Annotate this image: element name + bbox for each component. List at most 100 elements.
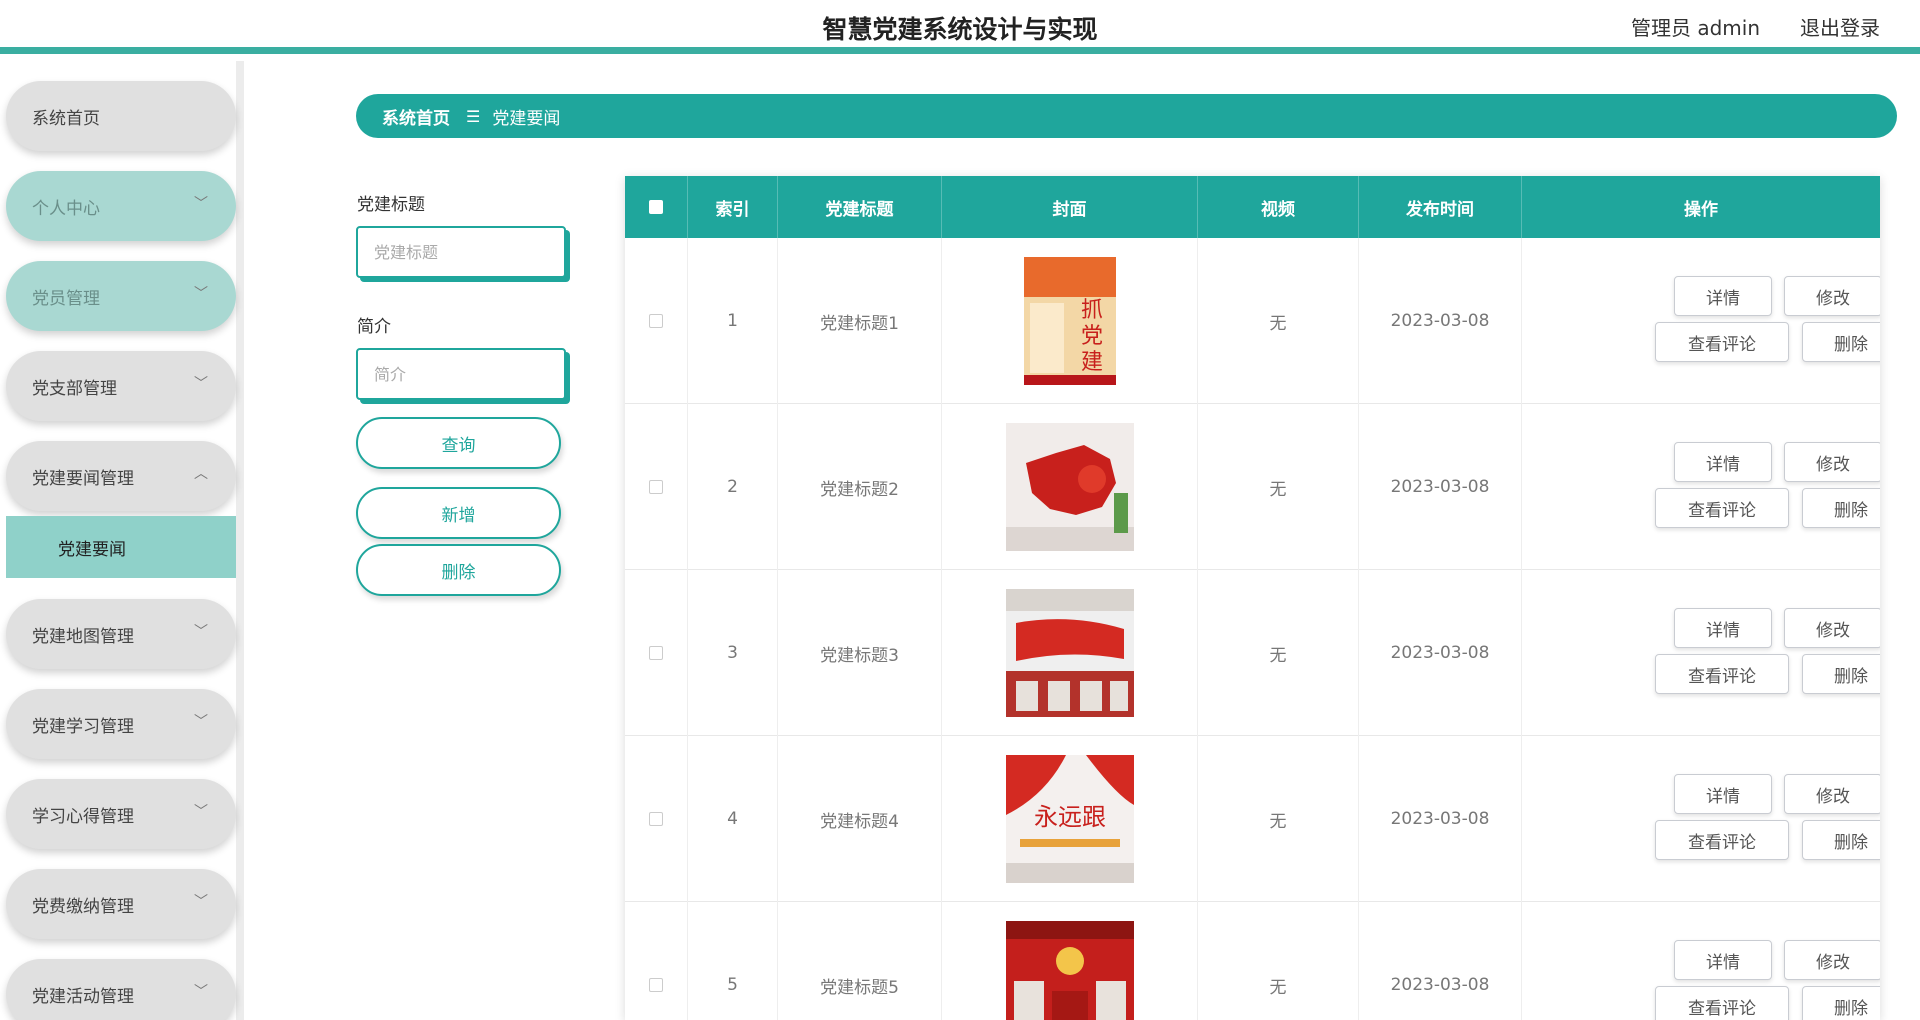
view-comments-button[interactable]: 查看评论 xyxy=(1655,322,1789,362)
row-video: 无 xyxy=(1198,238,1359,404)
sidebar-item-personal-center[interactable]: 个人中心 ﹀ xyxy=(6,171,236,241)
table-row: 2 党建标题2 无 2023-03-08 详情 修改 查看评论 删除 xyxy=(625,404,1880,570)
row-video: 无 xyxy=(1198,902,1359,1020)
batch-delete-button[interactable]: 删除 xyxy=(356,544,561,596)
sidebar-item-label: 党建学习管理 xyxy=(32,716,134,737)
table-header: 索引 党建标题 封面 视频 发布时间 操作 xyxy=(625,176,1880,238)
detail-button[interactable]: 详情 xyxy=(1674,276,1772,316)
edit-button[interactable]: 修改 xyxy=(1784,442,1880,482)
row-checkbox[interactable] xyxy=(649,314,663,328)
query-button[interactable]: 查询 xyxy=(356,417,561,469)
sidebar-item-label: 学习心得管理 xyxy=(32,806,134,827)
edit-button[interactable]: 修改 xyxy=(1784,774,1880,814)
row-date: 2023-03-08 xyxy=(1359,902,1522,1020)
sidebar-item-branch-management[interactable]: 党支部管理 ﹀ xyxy=(6,351,236,421)
detail-button[interactable]: 详情 xyxy=(1674,940,1772,980)
sidebar-item-label: 党费缴纳管理 xyxy=(32,896,134,917)
table-row: 3 党建标题3 无 2023-03-08 详情 修改 查看评论 删除 xyxy=(625,570,1880,736)
current-user: 管理员 admin xyxy=(1630,16,1760,40)
svg-text:永远跟: 永远跟 xyxy=(1034,803,1106,831)
sidebar-item-study-management[interactable]: 党建学习管理 ﹀ xyxy=(6,689,236,759)
cover-image: 抓 党 建 xyxy=(1006,257,1134,385)
row-checkbox[interactable] xyxy=(649,978,663,992)
col-header-title: 党建标题 xyxy=(778,176,942,238)
view-comments-button[interactable]: 查看评论 xyxy=(1655,986,1789,1020)
add-button[interactable]: 新增 xyxy=(356,487,561,539)
sidebar-subitem-label: 党建要闻 xyxy=(58,539,126,560)
edit-button[interactable]: 修改 xyxy=(1784,276,1880,316)
row-date: 2023-03-08 xyxy=(1359,736,1522,902)
table-row: 1 党建标题1 抓 党 建 无 2023-03-08 详情 修改 查看评论 删除 xyxy=(625,238,1880,404)
sidebar-item-news-management[interactable]: 党建要闻管理 ︿ xyxy=(6,441,236,511)
row-title: 党建标题3 xyxy=(778,570,942,736)
sidebar-item-label: 党建活动管理 xyxy=(32,986,134,1007)
delete-button[interactable]: 删除 xyxy=(1802,986,1880,1020)
chevron-down-icon: ﹀ xyxy=(194,714,208,730)
delete-button[interactable]: 删除 xyxy=(1802,488,1880,528)
row-index: 4 xyxy=(688,736,778,902)
breadcrumb-separator-icon: ☰ xyxy=(466,106,481,126)
row-checkbox[interactable] xyxy=(649,812,663,826)
view-comments-button[interactable]: 查看评论 xyxy=(1655,488,1789,528)
row-date: 2023-03-08 xyxy=(1359,404,1522,570)
sidebar-item-activity-management[interactable]: 党建活动管理 ﹀ xyxy=(6,959,236,1020)
svg-text:抓: 抓 xyxy=(1080,298,1102,323)
breadcrumb-home[interactable]: 系统首页 xyxy=(382,104,450,129)
breadcrumb: 系统首页 ☰ 党建要闻 xyxy=(356,94,1897,138)
intro-search-input[interactable] xyxy=(356,348,566,400)
row-index: 1 xyxy=(688,238,778,404)
sidebar-item-dues-management[interactable]: 党费缴纳管理 ﹀ xyxy=(6,869,236,939)
sidebar-item-member-management[interactable]: 党员管理 ﹀ xyxy=(6,261,236,331)
row-date: 2023-03-08 xyxy=(1359,238,1522,404)
breadcrumb-current: 党建要闻 xyxy=(492,108,561,129)
svg-text:建: 建 xyxy=(1080,350,1102,375)
table-row: 5 党建标题5 无 2023-03-08 详情 修改 查看评论 删除 xyxy=(625,902,1880,1020)
table-row: 4 党建标题4 永远跟 无 2023-03-08 详情 修改 查看评论 删除 xyxy=(625,736,1880,902)
chevron-down-icon: ﹀ xyxy=(194,804,208,820)
chevron-down-icon: ﹀ xyxy=(194,624,208,640)
delete-button[interactable]: 删除 xyxy=(1802,322,1880,362)
sidebar-item-reflection-management[interactable]: 学习心得管理 ﹀ xyxy=(6,779,236,849)
cover-image: 永远跟 xyxy=(1005,755,1134,883)
sidebar-item-home[interactable]: 系统首页 xyxy=(6,81,236,151)
row-checkbox[interactable] xyxy=(649,646,663,660)
col-header-cover: 封面 xyxy=(942,176,1198,238)
chevron-down-icon: ﹀ xyxy=(194,984,208,1000)
edit-button[interactable]: 修改 xyxy=(1784,940,1880,980)
view-comments-button[interactable]: 查看评论 xyxy=(1655,820,1789,860)
select-all-cell xyxy=(625,176,688,238)
delete-button[interactable]: 删除 xyxy=(1802,654,1880,694)
sidebar-scroll-rail xyxy=(236,61,244,1020)
logout-link[interactable]: 退出登录 xyxy=(1800,12,1880,41)
chevron-up-icon: ︿ xyxy=(194,466,208,482)
row-video: 无 xyxy=(1198,404,1359,570)
sidebar: 系统首页 个人中心 ﹀ 党员管理 ﹀ 党支部管理 ﹀ 党建要闻管理 ︿ 党建要闻… xyxy=(0,61,245,1020)
news-table: 索引 党建标题 封面 视频 发布时间 操作 1 党建标题1 抓 党 建 无 20… xyxy=(625,176,1880,1020)
detail-button[interactable]: 详情 xyxy=(1674,442,1772,482)
chevron-down-icon: ﹀ xyxy=(194,894,208,910)
sidebar-item-label: 党建地图管理 xyxy=(32,626,134,647)
title-search-input[interactable] xyxy=(356,226,566,278)
row-checkbox[interactable] xyxy=(649,480,663,494)
sidebar-subitem-news[interactable]: 党建要闻 xyxy=(6,516,236,578)
row-index: 5 xyxy=(688,902,778,1020)
sidebar-item-label: 党建要闻管理 xyxy=(32,468,134,489)
col-header-index: 索引 xyxy=(688,176,778,238)
row-index: 3 xyxy=(688,570,778,736)
select-all-checkbox[interactable] xyxy=(649,200,663,214)
row-index: 2 xyxy=(688,404,778,570)
sidebar-item-map-management[interactable]: 党建地图管理 ﹀ xyxy=(6,599,236,669)
row-title: 党建标题4 xyxy=(778,736,942,902)
row-title: 党建标题2 xyxy=(778,404,942,570)
row-title: 党建标题5 xyxy=(778,902,942,1020)
edit-button[interactable]: 修改 xyxy=(1784,608,1880,648)
row-date: 2023-03-08 xyxy=(1359,570,1522,736)
row-video: 无 xyxy=(1198,736,1359,902)
detail-button[interactable]: 详情 xyxy=(1674,774,1772,814)
row-title: 党建标题1 xyxy=(778,238,942,404)
view-comments-button[interactable]: 查看评论 xyxy=(1655,654,1789,694)
delete-button[interactable]: 删除 xyxy=(1802,820,1880,860)
svg-text:党: 党 xyxy=(1080,324,1102,349)
top-header: 智慧党建系统设计与实现 管理员 admin 退出登录 xyxy=(0,0,1920,54)
detail-button[interactable]: 详情 xyxy=(1674,608,1772,648)
